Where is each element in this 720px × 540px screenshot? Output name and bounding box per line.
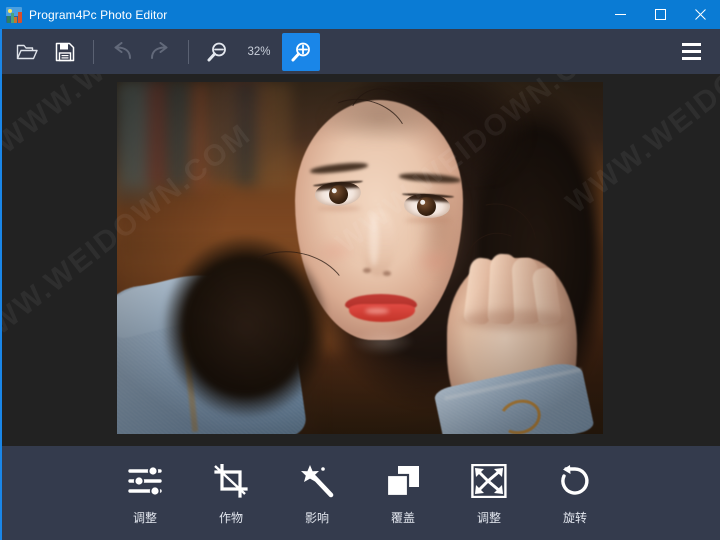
tool-adjust[interactable]: 调整 [102,454,188,532]
magic-wand-effects-icon [299,461,335,501]
tool-label-resize: 调整 [476,510,501,525]
close-button[interactable] [680,0,720,29]
close-icon [694,9,706,20]
zoom-out-button[interactable] [198,33,236,71]
rotate-icon [557,461,593,501]
zoom-in-icon [291,42,310,61]
zoom-out-icon [207,42,226,61]
hamburger-bar-2 [681,50,701,53]
toolbar-divider [93,39,94,64]
photo-editor-window: Program4Pc Photo Editor 32% WWW.WEIDOWN.… [0,0,720,540]
maximize-icon [654,9,666,20]
tool-resize[interactable]: 调整 [446,454,532,532]
app-icon [6,6,22,23]
tool-label-crop: 作物 [218,510,243,525]
window-controls [600,0,720,29]
maximize-button[interactable] [640,0,680,29]
undo-icon [114,41,131,59]
bottom-tool-bar: 调整 作物 影响 覆盖 调整 旋转 [0,446,720,540]
toolbar-divider-2 [188,39,189,64]
minimize-button[interactable] [600,0,640,29]
resize-arrows-icon [471,461,507,501]
main-menu-button[interactable] [672,33,710,71]
portrait-photo [117,82,603,434]
redo-icon [151,41,168,59]
overlay-layers-icon [385,461,421,501]
window-title: Program4Pc Photo Editor [29,7,168,22]
redo-button[interactable] [141,33,179,71]
zoom-in-button[interactable] [282,32,320,71]
tool-label-rotate: 旋转 [562,510,587,525]
hamburger-bar-3 [681,57,701,60]
image-canvas[interactable]: WWW.WEIDOWN.COM WWW.WEIDOWN.COM WWW.WEID… [0,74,720,446]
top-toolbar: 32% [0,29,720,74]
tool-label-adjust: 调整 [132,510,157,525]
undo-button[interactable] [103,33,141,71]
tool-rotate[interactable]: 旋转 [532,454,618,532]
tool-overlay[interactable]: 覆盖 [360,454,446,532]
tool-crop[interactable]: 作物 [188,454,274,532]
open-file-button[interactable] [8,33,46,71]
minimize-icon [614,14,626,15]
save-icon [55,42,75,61]
tool-effects[interactable]: 影响 [274,454,360,532]
window-left-accent-border [0,29,2,540]
folder-open-icon [16,44,38,59]
save-file-button[interactable] [46,33,84,71]
photo-container[interactable] [117,82,603,434]
tool-label-overlay: 覆盖 [390,510,415,525]
title-bar: Program4Pc Photo Editor [0,0,720,29]
hamburger-menu-icon [681,43,701,46]
tool-label-effects: 影响 [304,510,329,525]
zoom-level-label: 32% [247,45,271,58]
sliders-adjust-icon [127,461,163,501]
crop-icon [213,461,249,501]
